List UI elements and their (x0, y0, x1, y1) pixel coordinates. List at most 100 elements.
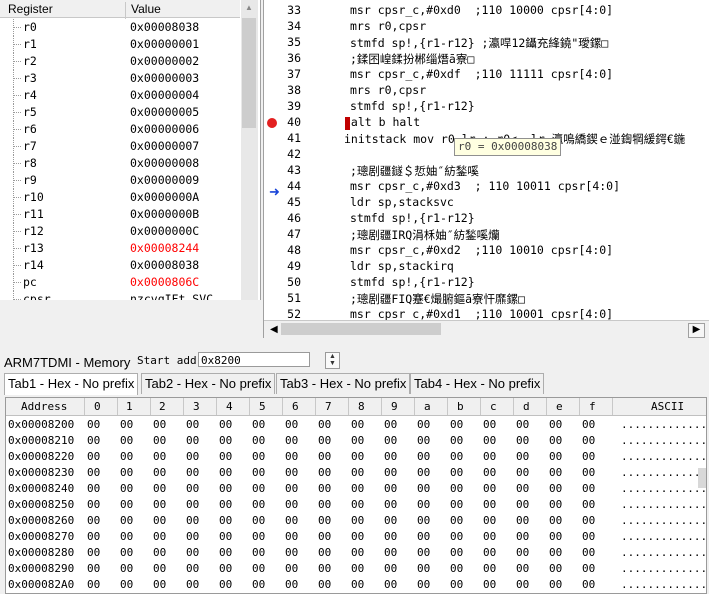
register-scrollbar[interactable]: ▲ (241, 0, 258, 300)
byte-column-header[interactable]: c (490, 400, 497, 413)
memory-byte[interactable]: 00 (252, 482, 265, 495)
memory-byte[interactable]: 00 (318, 498, 331, 511)
memory-byte[interactable]: 00 (582, 546, 595, 559)
memory-byte[interactable]: 00 (549, 514, 562, 527)
code-line[interactable]: 36 ;鍒囨崲鍒扮郴缁熸ā寮□ (264, 50, 709, 66)
spin-up-icon[interactable]: ▲ (329, 353, 336, 360)
code-line[interactable]: 40 halt b halt (264, 114, 709, 130)
memory-byte[interactable]: 00 (516, 530, 529, 543)
register-row[interactable]: r12 0x0000000C (0, 223, 240, 240)
memory-byte[interactable]: 00 (252, 530, 265, 543)
memory-byte[interactable]: 00 (153, 450, 166, 463)
register-row[interactable]: r3 0x00000003 (0, 70, 240, 87)
code-text[interactable]: msr cpsr_c,#0xd1 ;110 10001 cpsr[4:0] (350, 307, 613, 321)
memory-byte[interactable]: 00 (153, 562, 166, 575)
spin-down-icon[interactable]: ▼ (329, 360, 336, 367)
memory-byte[interactable]: 00 (417, 514, 430, 527)
column-divider[interactable] (612, 398, 613, 415)
byte-column-header[interactable]: b (457, 400, 464, 413)
code-line[interactable]: 48 msr cpsr_c,#0xd2 ;110 10010 cpsr[4:0] (264, 242, 709, 258)
memory-byte[interactable]: 00 (318, 482, 331, 495)
register-value[interactable]: 0x00000009 (130, 173, 199, 187)
byte-column-header[interactable]: 3 (193, 400, 200, 413)
column-divider[interactable] (579, 398, 580, 415)
byte-column-header[interactable]: 4 (226, 400, 233, 413)
column-divider[interactable] (381, 398, 382, 415)
memory-byte[interactable]: 00 (153, 418, 166, 431)
memory-byte[interactable]: 00 (219, 498, 232, 511)
memory-byte[interactable]: 00 (351, 530, 364, 543)
register-row[interactable]: r9 0x00000009 (0, 172, 240, 189)
column-divider[interactable] (414, 398, 415, 415)
register-column-header[interactable]: Register (8, 2, 53, 16)
memory-byte[interactable]: 00 (384, 562, 397, 575)
breakpoint-icon[interactable] (267, 118, 277, 128)
byte-column-header[interactable]: 8 (358, 400, 365, 413)
memory-byte[interactable]: 00 (351, 482, 364, 495)
code-text[interactable]: msr cpsr_c,#0xdf ;110 11111 cpsr[4:0] (350, 67, 613, 81)
code-text[interactable]: ldr sp,stacksvc (350, 195, 454, 209)
memory-byte[interactable]: 00 (219, 546, 232, 559)
memory-byte[interactable]: 00 (549, 418, 562, 431)
code-text[interactable]: ;璁剧疆鐩＄悊妯″紡鍫嗘 (350, 163, 479, 179)
memory-byte[interactable]: 00 (219, 434, 232, 447)
memory-row[interactable]: 0x00008230 00 00 00 00 00 00 00 00 00 00 00 00 00 00 00… (6, 465, 706, 481)
code-text[interactable]: halt b halt (344, 115, 420, 129)
memory-byte[interactable]: 00 (120, 418, 133, 431)
memory-byte[interactable]: 00 (186, 434, 199, 447)
memory-byte[interactable]: 00 (450, 466, 463, 479)
memory-byte[interactable]: 00 (582, 498, 595, 511)
memory-byte[interactable]: 00 (186, 482, 199, 495)
byte-column-header[interactable]: f (589, 400, 596, 413)
scrollbar-thumb[interactable] (242, 18, 256, 128)
memory-byte[interactable]: 00 (120, 466, 133, 479)
tab-2[interactable]: Tab2 - Hex - No prefix (141, 373, 276, 394)
memory-byte[interactable]: 00 (318, 450, 331, 463)
code-horizontal-scrollbar[interactable]: ◀ ▶ (264, 320, 709, 338)
memory-byte[interactable]: 00 (285, 434, 298, 447)
column-divider[interactable] (125, 2, 126, 19)
memory-byte[interactable]: 00 (417, 482, 430, 495)
memory-byte[interactable]: 00 (120, 514, 133, 527)
memory-byte[interactable]: 00 (219, 562, 232, 575)
memory-row[interactable]: 0x00008290 00 00 00 00 00 00 00 00 00 00 00 00 00 00 00… (6, 561, 706, 577)
memory-byte[interactable]: 00 (87, 466, 100, 479)
memory-byte[interactable]: 00 (87, 546, 100, 559)
code-line[interactable]: 44 msr cpsr_c,#0xd3 ; 110 10011 cpsr[4:0] (264, 178, 709, 194)
memory-byte[interactable]: 00 (351, 498, 364, 511)
code-text[interactable]: msr cpsr_c,#0xd0 ;110 10000 cpsr[4:0] (350, 3, 613, 17)
memory-byte[interactable]: 00 (252, 418, 265, 431)
memory-row[interactable]: 0x00008220 00 00 00 00 00 00 00 00 00 00 00 00 00 00 00… (6, 449, 706, 465)
memory-byte[interactable]: 00 (417, 450, 430, 463)
column-divider[interactable] (183, 398, 184, 415)
memory-byte[interactable]: 00 (582, 418, 595, 431)
memory-byte[interactable]: 00 (351, 466, 364, 479)
memory-byte[interactable]: 00 (252, 562, 265, 575)
memory-byte[interactable]: 00 (252, 498, 265, 511)
memory-byte[interactable]: 00 (417, 418, 430, 431)
code-text[interactable]: mrs r0,cpsr (350, 19, 426, 33)
register-row[interactable]: r8 0x00000008 (0, 155, 240, 172)
memory-byte[interactable]: 00 (483, 450, 496, 463)
memory-byte[interactable]: 00 (252, 578, 265, 591)
memory-byte[interactable]: 00 (516, 546, 529, 559)
memory-byte[interactable]: 00 (549, 562, 562, 575)
register-row[interactable]: r10 0x0000000A (0, 189, 240, 206)
memory-byte[interactable]: 00 (483, 578, 496, 591)
memory-byte[interactable]: 00 (450, 418, 463, 431)
memory-byte[interactable]: 00 (153, 578, 166, 591)
memory-byte[interactable]: 00 (285, 562, 298, 575)
memory-byte[interactable]: 00 (417, 498, 430, 511)
memory-byte[interactable]: 00 (318, 514, 331, 527)
memory-byte[interactable]: 00 (582, 514, 595, 527)
memory-row[interactable]: 0x000082A0 00 00 00 00 00 00 00 00 00 00 00 00 00 00 00… (6, 577, 706, 593)
register-value[interactable]: 0x00000007 (130, 139, 199, 153)
memory-byte[interactable]: 00 (120, 562, 133, 575)
memory-byte[interactable]: 00 (285, 498, 298, 511)
memory-byte[interactable]: 00 (384, 466, 397, 479)
memory-byte[interactable]: 00 (582, 530, 595, 543)
memory-byte[interactable]: 00 (87, 434, 100, 447)
register-row[interactable]: cpsr nzcvqIFt_SVC (0, 291, 240, 300)
memory-byte[interactable]: 00 (582, 450, 595, 463)
memory-byte[interactable]: 00 (87, 530, 100, 543)
